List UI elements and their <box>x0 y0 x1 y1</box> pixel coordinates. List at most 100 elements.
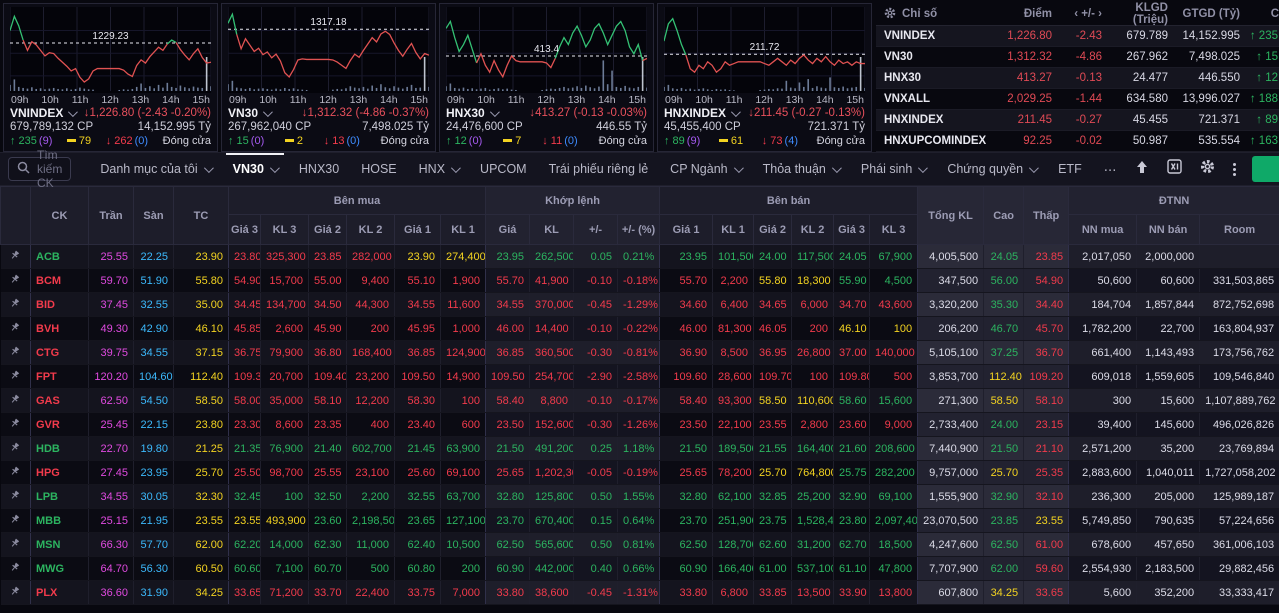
chevron-down-icon <box>831 162 842 173</box>
cell: 42.90 <box>133 316 174 341</box>
cell: 33.80 <box>485 580 531 605</box>
cell: 678,600 <box>1068 532 1138 557</box>
cell: 271,300 <box>917 388 985 413</box>
pin-icon[interactable] <box>0 412 31 437</box>
cell: 45.70 <box>1023 316 1070 341</box>
pin-icon[interactable] <box>0 484 31 509</box>
index-row-hnx30[interactable]: HNX30413.27-0.1324.477446.550↑ 127↓ 11 <box>876 68 1279 89</box>
index-row-vnxall[interactable]: VNXALL 2,029.25 -1.44 634.580 13,996.027 ↑ 18… <box>876 89 1279 110</box>
cell: 117,500 <box>791 244 835 269</box>
cell: 32.55 <box>133 292 174 317</box>
cell: 44,300 <box>346 292 395 317</box>
index-name-dropdown[interactable]: VN30 <box>228 106 273 120</box>
tab-phái-sinh[interactable]: Phái sinh <box>850 153 936 185</box>
table-row[interactable]: HDB 22.70 19.80 21.25 21.35 76,900 21.40 602,70… <box>0 436 1279 461</box>
cell: 23.50 <box>659 412 714 437</box>
index-table-col-change[interactable]: ‹ +/- › <box>1052 8 1102 20</box>
cell: 46.00 <box>485 316 531 341</box>
tab-hose[interactable]: HOSE <box>350 153 407 185</box>
gear-icon[interactable] <box>1200 159 1215 179</box>
cell: 189,500 <box>712 436 755 461</box>
cell: 67,900 <box>869 244 919 269</box>
cell: 184,704 <box>1068 292 1138 317</box>
pin-icon[interactable] <box>0 244 31 269</box>
tab-hnx30[interactable]: HNX30 <box>288 153 350 185</box>
index-row-hnxindex[interactable]: HNXINDEX211.45-0.2745.455721.371↑ 8961↓ … <box>876 110 1279 131</box>
table-row[interactable]: BCM 59.70 51.90 55.80 54.90 15,700 55.00 9,400 5… <box>0 268 1279 293</box>
table-row[interactable]: LPB 34.55 30.05 32.30 32.45 100 32.50 2,200 32.5… <box>0 484 1279 509</box>
tab-trái-phiếu-riêng-lẻ[interactable]: Trái phiếu riêng lẻ <box>538 153 660 185</box>
pin-icon[interactable] <box>0 532 31 557</box>
index-name-dropdown[interactable]: VNINDEX <box>10 106 79 120</box>
cell: 36.90 <box>659 340 714 365</box>
index-row-vn30[interactable]: VN301,312.32-4.86267.9627,498.025↑ 152↓ … <box>876 47 1279 68</box>
tab-etf[interactable]: ETF <box>1047 153 1093 185</box>
cell: 60.70 <box>308 556 347 581</box>
tab-thỏa-thuận[interactable]: Thỏa thuận <box>752 153 850 185</box>
table-row[interactable]: GVR 25.45 22.15 23.80 23.30 8,600 23.35 400 23.4… <box>0 412 1279 437</box>
tab-upcom[interactable]: UPCOM <box>469 153 538 185</box>
pin-icon[interactable] <box>0 388 31 413</box>
pin-icon[interactable] <box>0 460 31 485</box>
cell: 24.05 <box>833 244 871 269</box>
cell: 23.80 <box>833 508 871 533</box>
search-input[interactable]: Tìm kiếm CK <box>8 148 72 190</box>
pin-icon[interactable] <box>0 556 31 581</box>
cell: 21.55 <box>753 436 793 461</box>
tab-chứng-quyền[interactable]: Chứng quyền <box>936 153 1047 185</box>
cell: 98,700 <box>260 460 309 485</box>
pin-icon[interactable] <box>0 268 31 293</box>
pin-icon[interactable] <box>0 364 31 389</box>
table-row[interactable]: HPG 27.45 23.95 25.70 25.50 98,700 25.55 23,100… <box>0 460 1279 485</box>
cell: 0.50 <box>573 484 619 509</box>
kebab-menu-icon[interactable] <box>1233 161 1237 178</box>
cell: 7,440,900 <box>917 436 985 461</box>
pin-icon[interactable] <box>0 436 31 461</box>
tab-danh-mục-của-tôi[interactable]: Danh mục của tôi <box>89 153 221 185</box>
cell: 163,804,937 <box>1199 316 1279 341</box>
table-row[interactable]: ACB 25.55 22.25 23.90 23.80 325,300 23.85 282,0… <box>0 244 1279 269</box>
tab-hnx[interactable]: HNX <box>408 153 469 185</box>
table-row[interactable]: MSN 66.30 57.70 62.00 62.20 14,000 62.30 11,000… <box>0 532 1279 557</box>
gear-icon[interactable] <box>884 7 896 22</box>
table-row[interactable]: MBB 25.15 21.95 23.55 23.55 493,900 23.60 2,198… <box>0 508 1279 533</box>
cell: 0.05 <box>573 244 619 269</box>
cell: 45.90 <box>308 316 347 341</box>
pin-icon[interactable] <box>0 580 31 605</box>
cell: 33.90 <box>833 580 871 605</box>
pin-icon[interactable] <box>0 316 31 341</box>
index-name-dropdown[interactable]: HNX30 <box>446 106 500 120</box>
more-menu[interactable]: ⋯ <box>1093 153 1128 185</box>
pin-icon[interactable] <box>0 340 31 365</box>
cell: 62.00 <box>983 556 1025 581</box>
cell: 120.20 <box>88 364 134 389</box>
index-row-hnxupcomindex[interactable]: HNXUPCOMINDEX 92.25 -0.02 50.987 535.554 ↑ 16… <box>876 131 1279 152</box>
excel-export-icon[interactable] <box>1167 159 1182 179</box>
pin-icon[interactable] <box>0 292 31 317</box>
tab-cp-ngành[interactable]: CP Ngành <box>659 153 751 185</box>
cell: 60.90 <box>485 556 531 581</box>
table-row[interactable]: GAS 62.50 54.50 58.50 58.00 35,000 58.10 12,200… <box>0 388 1279 413</box>
pin-icon[interactable] <box>0 508 31 533</box>
cell: -0.17% <box>617 388 661 413</box>
cell: 442,000 <box>529 556 575 581</box>
table-row[interactable]: CTG 39.75 34.55 37.15 36.75 79,900 36.80 168,40… <box>0 340 1279 365</box>
index-row-vnindex[interactable]: VNINDEX 1,226.80 -2.43 679.789 14,152.995 ↑ 2… <box>876 26 1279 47</box>
cell: 2,200 <box>712 268 755 293</box>
index-name-dropdown[interactable]: HNXINDEX <box>664 106 741 120</box>
table-row[interactable]: FPT120.20104.60112.40109.3020,700109.402… <box>0 364 1279 389</box>
cell: 22,100 <box>712 412 755 437</box>
cell: 63,900 <box>440 436 487 461</box>
cell: 15,600 <box>1136 388 1201 413</box>
cell: 491,200 <box>529 436 575 461</box>
cell: 62.50 <box>659 532 714 557</box>
cell: 34.55 <box>88 484 134 509</box>
place-order-button[interactable]: Đặt lệnh <box>1252 156 1279 184</box>
table-row[interactable]: MWG 64.70 56.30 60.50 60.60 7,100 60.70 500 60.8… <box>0 556 1279 581</box>
table-row[interactable]: PLX 36.60 31.90 34.25 33.65 71,200 33.70 22,400… <box>0 580 1279 605</box>
table-row[interactable]: BID 37.45 32.55 35.00 34.45 134,700 34.50 44,30… <box>0 292 1279 317</box>
table-row[interactable]: BVH 49.30 42.90 46.10 45.85 2,600 45.90 200 45.9… <box>0 316 1279 341</box>
tab-vn30[interactable]: VN30 <box>222 153 288 185</box>
cell: 23.95 <box>133 460 174 485</box>
upload-arrow-icon[interactable] <box>1135 160 1149 179</box>
